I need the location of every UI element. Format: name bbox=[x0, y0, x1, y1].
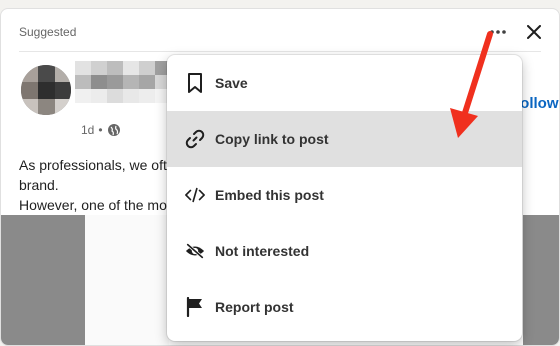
menu-item-embed[interactable]: Embed this post bbox=[167, 167, 522, 223]
media-image-right bbox=[523, 215, 559, 345]
menu-item-save[interactable]: Save bbox=[167, 55, 522, 111]
post-text-line: As professionals, we ofte bbox=[19, 157, 175, 173]
menu-item-label: Not interested bbox=[215, 243, 310, 259]
menu-item-label: Embed this post bbox=[215, 187, 324, 203]
close-icon bbox=[527, 25, 541, 39]
bookmark-icon bbox=[185, 71, 205, 95]
post-text-line: brand. bbox=[19, 177, 59, 193]
menu-item-label: Copy link to post bbox=[215, 131, 329, 147]
eye-slash-icon bbox=[185, 239, 205, 263]
ellipsis-icon bbox=[490, 30, 506, 34]
menu-item-report[interactable]: Report post bbox=[167, 279, 522, 335]
globe-icon bbox=[107, 124, 120, 136]
meta-separator: • bbox=[98, 123, 103, 137]
author-name-obscured[interactable] bbox=[75, 61, 171, 117]
link-icon bbox=[185, 127, 205, 151]
post-time: 1d bbox=[81, 123, 95, 137]
post-meta: 1d • bbox=[81, 123, 121, 137]
author-avatar[interactable] bbox=[21, 65, 71, 115]
menu-item-label: Save bbox=[215, 75, 248, 91]
post-options-menu: Save Copy link to post Embed this post N… bbox=[167, 55, 522, 341]
media-image-left bbox=[1, 215, 85, 345]
code-icon bbox=[185, 183, 205, 207]
menu-item-not-interested[interactable]: Not interested bbox=[167, 223, 522, 279]
post-top-actions bbox=[487, 21, 545, 43]
suggested-label: Suggested bbox=[19, 25, 77, 39]
menu-item-label: Report post bbox=[215, 299, 294, 315]
post-body-text: As professionals, we ofte brand. However… bbox=[19, 155, 179, 215]
header-divider bbox=[19, 51, 541, 52]
menu-item-copy-link[interactable]: Copy link to post bbox=[167, 111, 522, 167]
post-text-line: However, one of the mo bbox=[19, 197, 167, 213]
media-image-center bbox=[85, 215, 169, 345]
more-options-button[interactable] bbox=[487, 21, 509, 43]
flag-icon bbox=[185, 295, 205, 319]
dismiss-post-button[interactable] bbox=[523, 21, 545, 43]
